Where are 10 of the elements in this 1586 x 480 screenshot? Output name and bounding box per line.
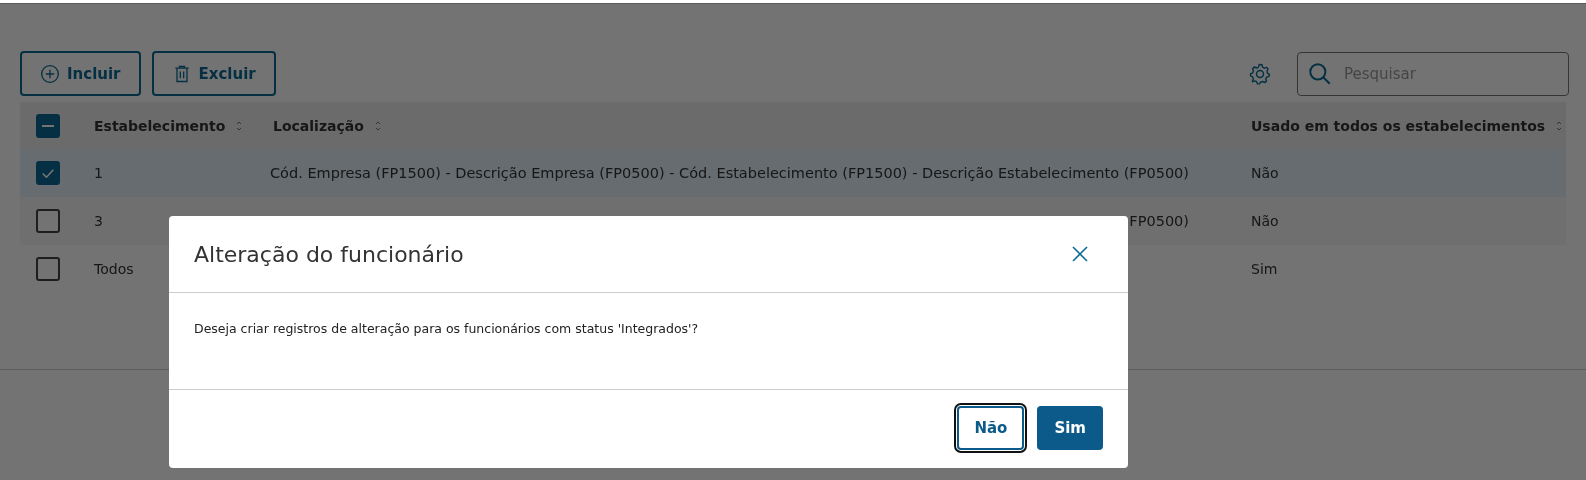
table-cell: FP0500) xyxy=(1129,213,1189,229)
table-cell: Sim xyxy=(1251,261,1278,277)
dialog-message: Deseja criar registros de alteração para os funcionários com status 'Integrados'? xyxy=(194,321,700,336)
table-cell: Cód. Empresa (FP1500) - Descrição Empresa (FP0500) - Cód. Estabelecimento (FP1500) - Descrição Estabelecimento (FP0500) xyxy=(270,165,1189,181)
table-cell: Não xyxy=(1251,165,1279,181)
table-cell: Não xyxy=(1251,213,1279,229)
dialog-title: Alteração do funcionário xyxy=(194,241,464,267)
table-cell: Todos xyxy=(94,261,134,277)
table-cell: 1 xyxy=(94,165,103,181)
table-cell: 3 xyxy=(94,213,103,229)
